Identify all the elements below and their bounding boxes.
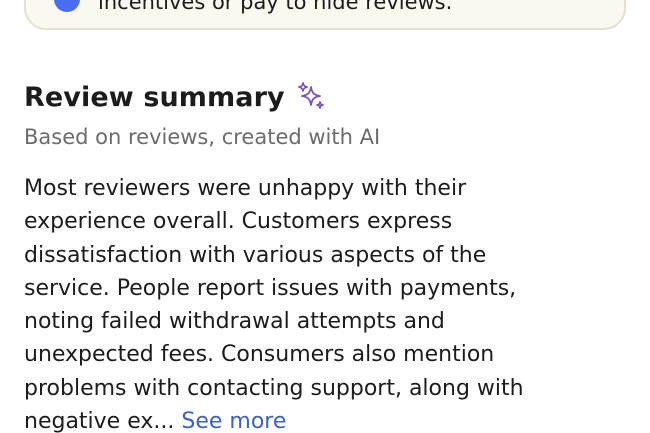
summary-line: service. People report issues with payme… — [24, 275, 517, 301]
summary-truncated-text: negative ex... — [24, 409, 175, 433]
sparkle-ai-icon — [297, 82, 324, 109]
see-more-link[interactable]: See more — [181, 409, 286, 433]
summary-line: noting failed withdrawal attempts and — [24, 309, 445, 335]
summary-line: dissatisfaction with various aspects of … — [24, 242, 487, 268]
notice-text: incentives or pay to hide reviews. — [98, 0, 453, 14]
review-summary-header: Review summary — [24, 80, 328, 116]
notice-card: incentives or pay to hide reviews. — [24, 0, 626, 30]
review-summary-subtitle: Based on reviews, created with AI — [24, 125, 381, 149]
summary-line: problems with contacting support, along … — [24, 375, 524, 401]
summary-last-line: negative ex... See more — [24, 405, 624, 433]
summary-line: unexpected fees. Consumers also mention — [24, 342, 495, 368]
review-summary-text: Most reviewers were unhappy with their e… — [24, 172, 624, 433]
review-summary-title: Review summary — [24, 82, 285, 113]
summary-line: Most reviewers were unhappy with their — [24, 176, 467, 201]
summary-line: experience overall. Customers express — [24, 209, 453, 235]
info-icon — [54, 0, 80, 12]
